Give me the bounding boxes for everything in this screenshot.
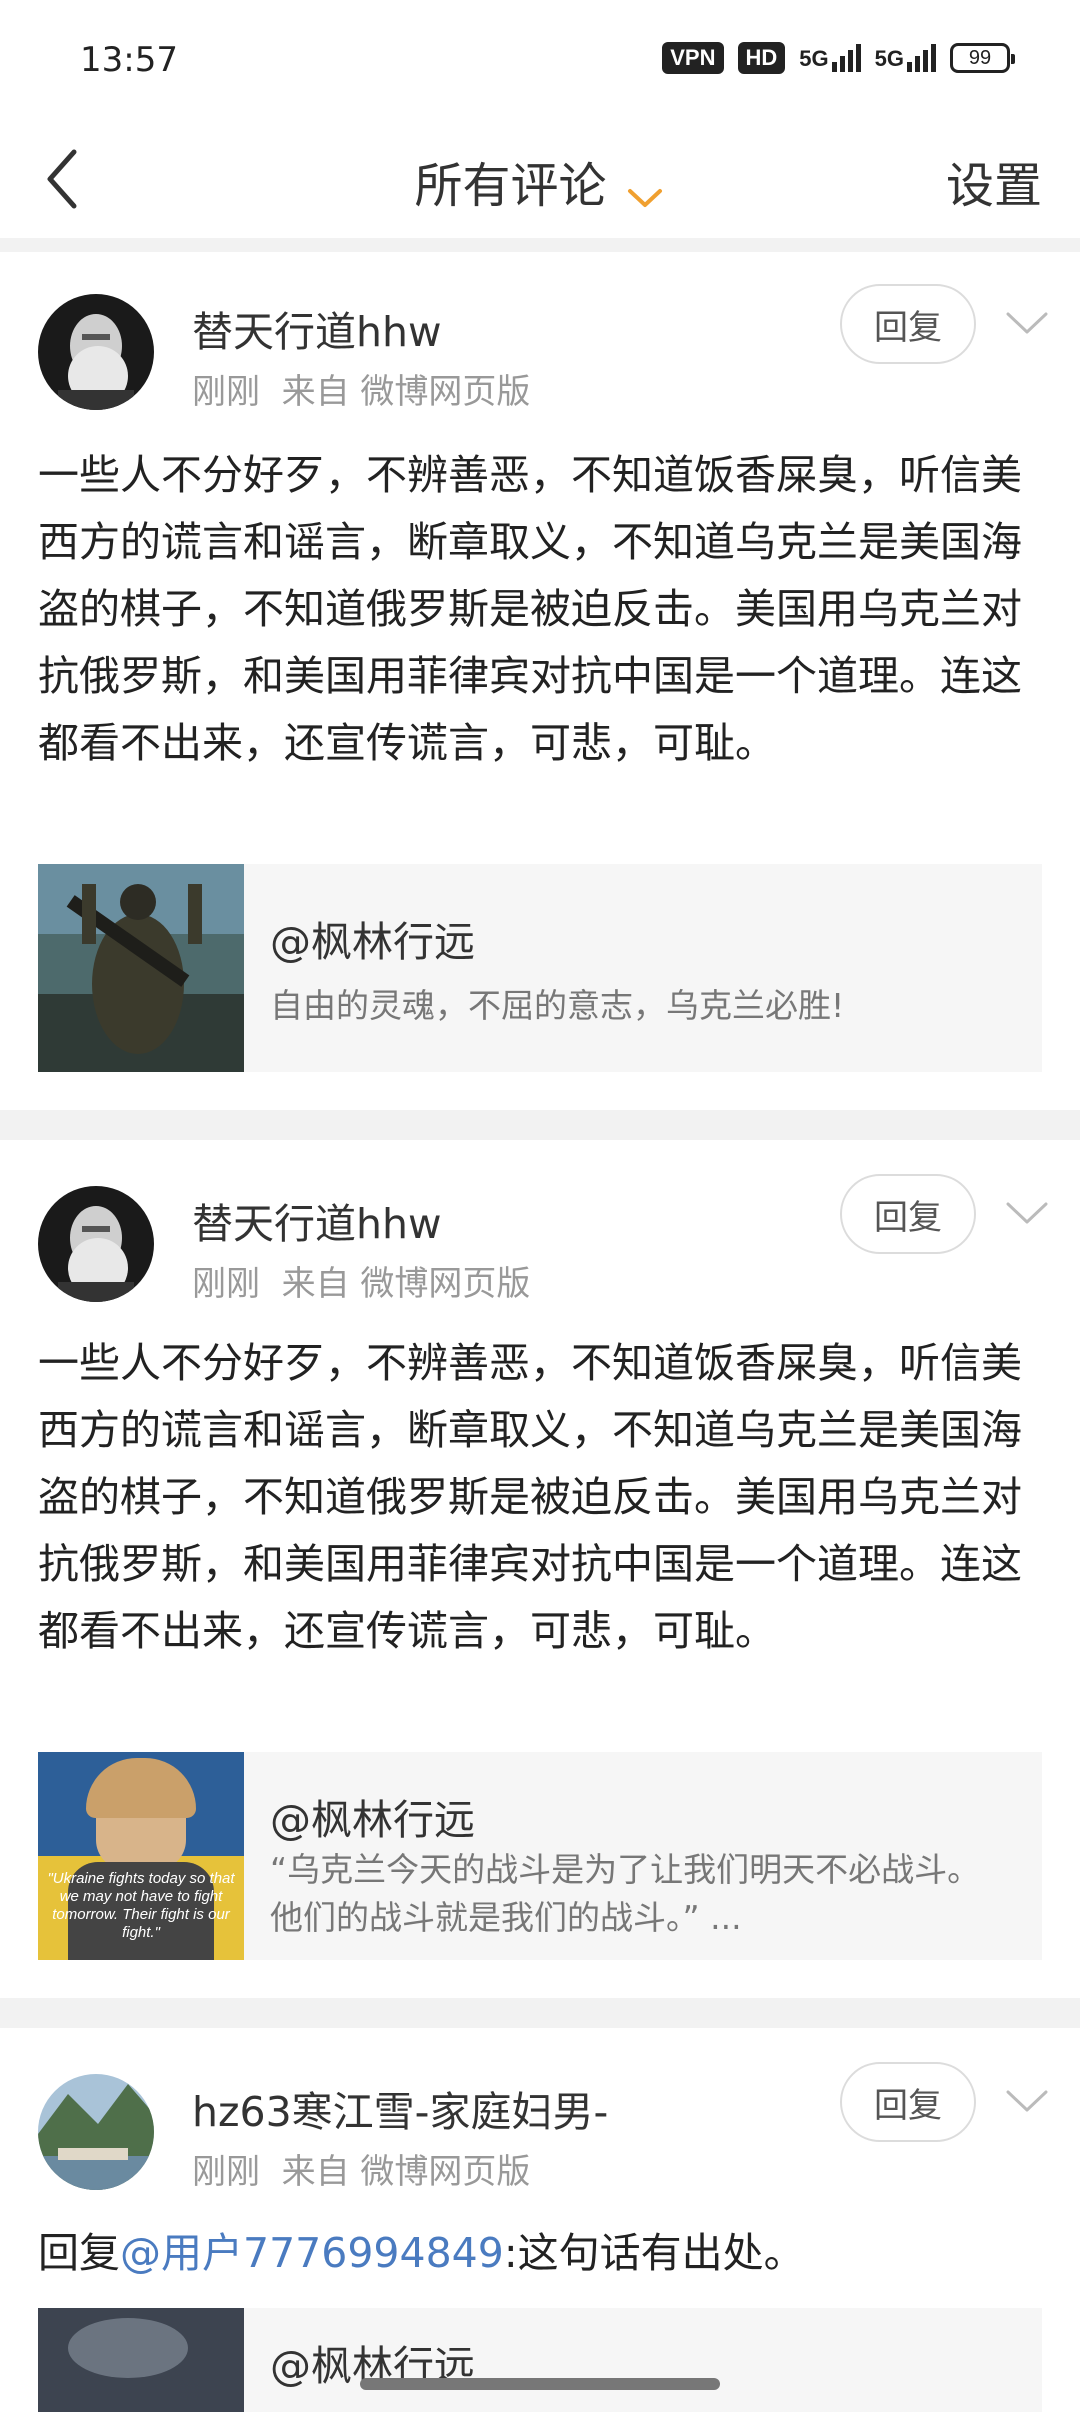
comment-time: 刚刚: [192, 2152, 260, 2192]
settings-button[interactable]: 设置: [946, 146, 1042, 216]
signal-icon-2: 5G: [875, 44, 936, 72]
battery-icon: 99: [950, 43, 1015, 73]
username[interactable]: 替天行道hhw: [192, 298, 442, 358]
status-icons: VPN HD 5G 5G 99: [662, 42, 1015, 74]
quoted-post-card[interactable]: "Ukraine fights today so that we may not…: [38, 1752, 1042, 1960]
avatar[interactable]: [38, 294, 154, 410]
reply-button[interactable]: 回复: [840, 1174, 976, 1254]
chevron-down-icon[interactable]: [1004, 1198, 1050, 1228]
quoted-image-caption: "Ukraine fights today so that we may not…: [47, 1870, 235, 1941]
header: 所有评论 设置: [0, 124, 1080, 238]
reply-prefix: 回复: [38, 2229, 120, 2277]
mention-link[interactable]: @用户7776994849: [120, 2229, 504, 2277]
quoted-post-author: @枫林行远: [270, 918, 475, 966]
comment-meta: 刚刚 来自 微博网页版: [192, 2144, 530, 2193]
section-divider: [0, 1998, 1080, 2028]
reply-button[interactable]: 回复: [840, 2062, 976, 2142]
home-indicator[interactable]: [360, 2378, 720, 2390]
quoted-post-card[interactable]: @枫林行远 自由的灵魂，不屈的意志，乌克兰必胜!: [38, 864, 1042, 1072]
status-bar: 13:57 VPN HD 5G 5G 99: [0, 0, 1080, 124]
comment-source: 来自 微博网页版: [281, 1264, 531, 1304]
quoted-post-image: "Ukraine fights today so that we may not…: [38, 1752, 244, 1960]
comment-card: hz63寒江雪-家庭妇男- 刚刚 来自 微博网页版 回复 回复@用户777699…: [0, 2028, 1080, 2412]
quoted-post-text: “乌克兰今天的战斗是为了让我们明天不必战斗。他们的战斗就是我们的战斗。” ...: [270, 1850, 981, 1937]
chevron-down-icon[interactable]: [1004, 308, 1050, 338]
network-type-label: 5G: [799, 46, 829, 71]
comment-card: 替天行道hhw 刚刚 来自 微博网页版 回复 一些人不分好歹，不辨善恶，不知道饭…: [0, 252, 1080, 1110]
avatar[interactable]: [38, 1186, 154, 1302]
username[interactable]: 替天行道hhw: [192, 1190, 442, 1250]
comment-card: 替天行道hhw 刚刚 来自 微博网页版 回复 一些人不分好歹，不辨善恶，不知道饭…: [0, 1140, 1080, 1998]
reply-button[interactable]: 回复: [840, 284, 976, 364]
chevron-down-icon: [627, 188, 662, 207]
vpn-icon: VPN: [662, 42, 724, 74]
comment-source: 来自 微博网页版: [281, 372, 531, 412]
username[interactable]: hz63寒江雪-家庭妇男-: [192, 2078, 608, 2138]
comment-meta: 刚刚 来自 微博网页版: [192, 364, 530, 413]
avatar[interactable]: [38, 2074, 154, 2190]
quoted-post-author: @枫林行远: [270, 1796, 475, 1844]
comment-time: 刚刚: [192, 372, 260, 412]
page-title: 所有评论: [414, 158, 607, 214]
quoted-post-image: [38, 2308, 244, 2412]
reply-text: :这句话有出处。: [503, 2229, 805, 2277]
hd-icon: HD: [737, 42, 786, 74]
comment-time: 刚刚: [192, 1264, 260, 1304]
quoted-post-text: 自由的灵魂，不屈的意志，乌克兰必胜!: [270, 986, 845, 1025]
comment-meta: 刚刚 来自 微博网页版: [192, 1256, 530, 1305]
title-dropdown[interactable]: 所有评论: [0, 146, 1080, 216]
battery-level: 99: [968, 46, 992, 69]
comment-text: 回复@用户7776994849:这句话有出处。: [38, 2220, 1048, 2287]
comment-text: 一些人不分好歹，不辨善恶，不知道饭香屎臭，听信美西方的谎言和谣言，断章取义，不知…: [38, 1339, 1022, 1655]
comment-text: 一些人不分好歹，不辨善恶，不知道饭香屎臭，听信美西方的谎言和谣言，断章取义，不知…: [38, 451, 1022, 767]
network-type-label-2: 5G: [874, 46, 904, 71]
chevron-down-icon[interactable]: [1004, 2086, 1050, 2116]
quoted-post-image: [38, 864, 244, 1072]
status-time: 13:57: [80, 40, 178, 80]
signal-icon: 5G: [799, 44, 861, 72]
section-divider: [0, 1110, 1080, 1140]
section-divider: [0, 238, 1080, 252]
quoted-post-card[interactable]: @枫林行远: [38, 2308, 1042, 2412]
comment-source: 来自 微博网页版: [281, 2152, 531, 2192]
